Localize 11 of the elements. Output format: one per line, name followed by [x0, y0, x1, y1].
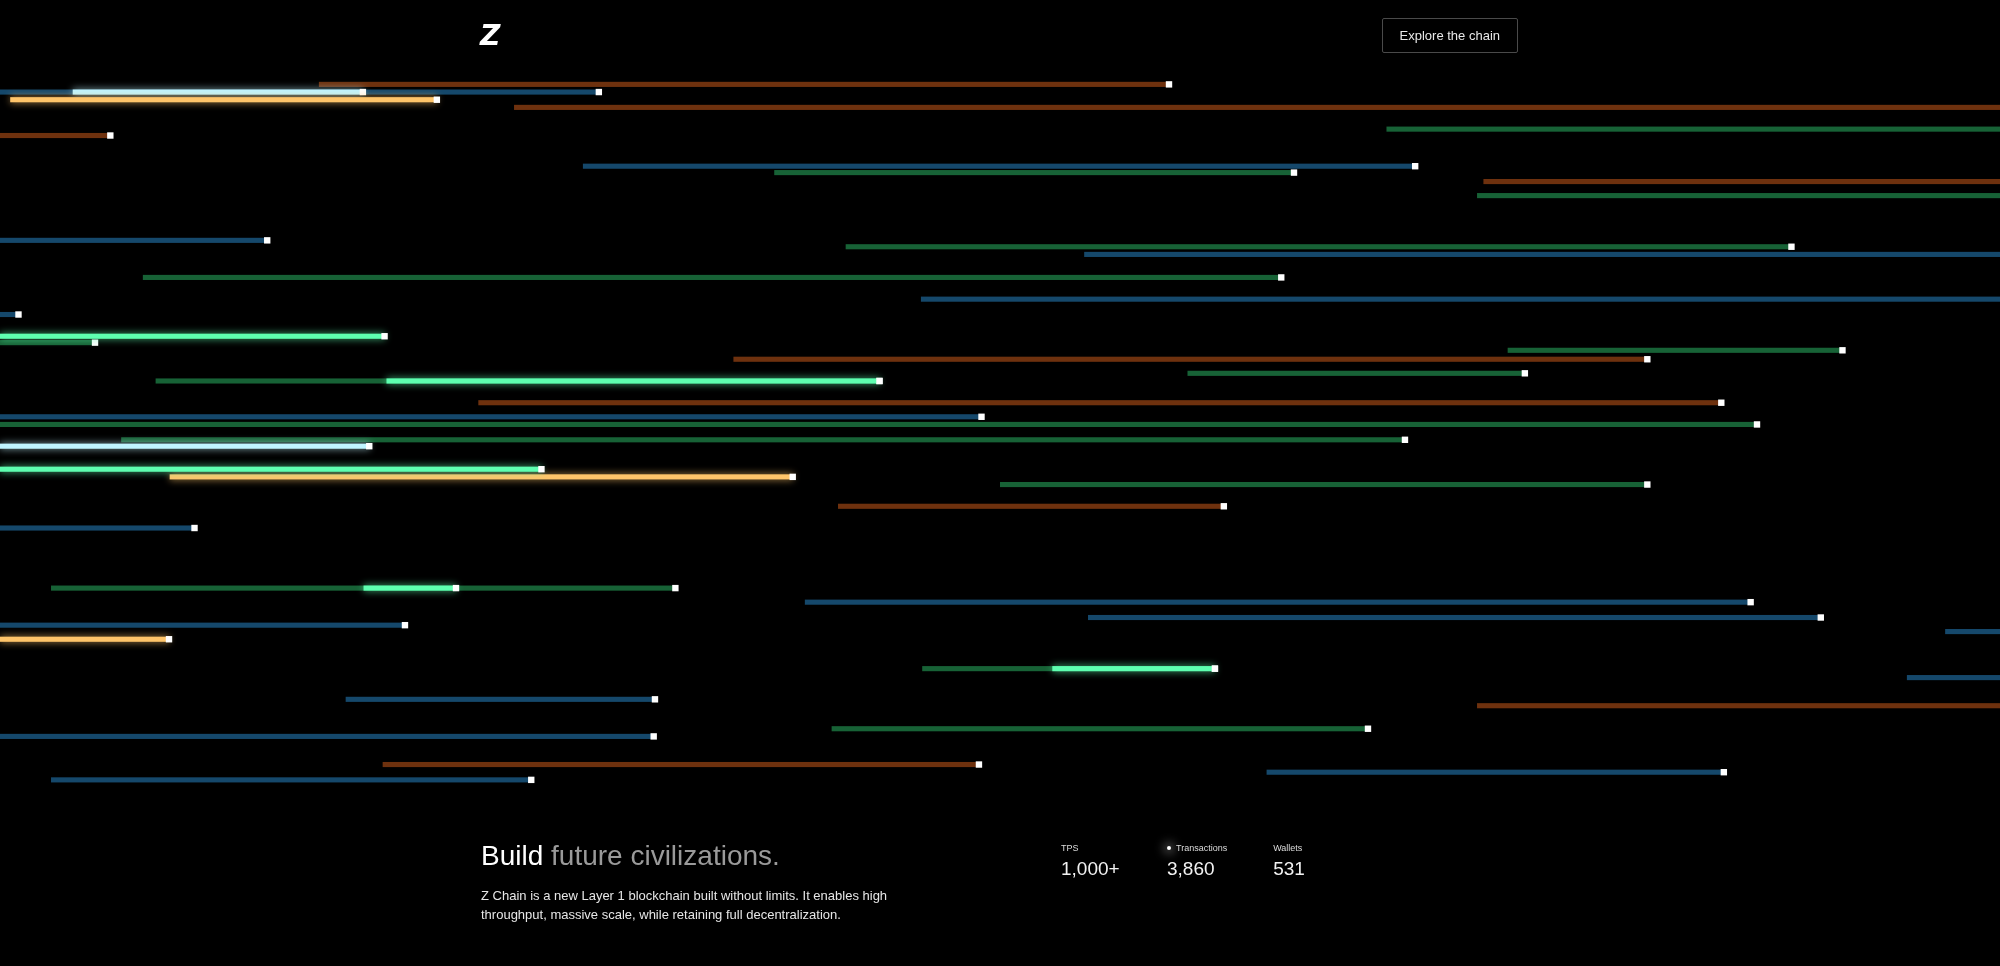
stat-value: 3,860: [1167, 858, 1216, 880]
explore-button[interactable]: Explore the chain: [1381, 18, 1518, 53]
logo[interactable]: Z: [480, 21, 501, 50]
stat-value: 1,000+: [1061, 858, 1121, 880]
headline: Build future civilizations.: [481, 840, 781, 872]
stat-label: Transactions: [1176, 843, 1228, 853]
stat-label: Wallets: [1273, 843, 1303, 853]
live-dot-icon: [1167, 846, 1171, 850]
stat-label: TPS: [1061, 843, 1079, 853]
stat-value: 531: [1273, 858, 1306, 880]
description: Z Chain is a new Layer 1 blockchain built without limits. It enables high throughput, massive scale, while retaining full decentralization.: [481, 887, 889, 924]
